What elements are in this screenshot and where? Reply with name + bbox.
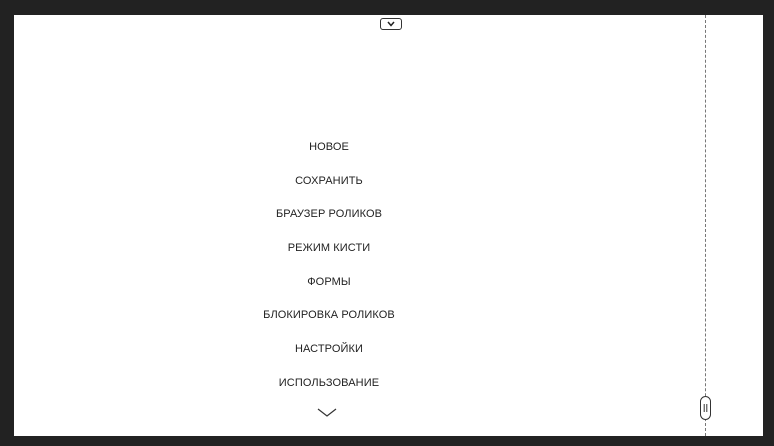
menu-item-new[interactable]: НОВОЕ [309, 130, 349, 164]
menu-collapse-toggle[interactable] [380, 18, 402, 30]
drawing-canvas[interactable]: НОВОЕ СОХРАНИТЬ БРАУЗЕР РОЛИКОВ РЕЖИМ КИ… [14, 15, 763, 436]
drag-handle-icon [703, 404, 708, 412]
divider-line [705, 15, 706, 436]
chevron-down-icon[interactable] [316, 407, 338, 419]
drag-handle[interactable] [700, 396, 711, 420]
menu-item-usage[interactable]: ИСПОЛЬЗОВАНИЕ [279, 366, 379, 400]
menu-item-settings[interactable]: НАСТРОЙКИ [295, 332, 363, 366]
menu-item-brush-mode[interactable]: РЕЖИМ КИСТИ [288, 231, 371, 265]
device-frame: НОВОЕ СОХРАНИТЬ БРАУЗЕР РОЛИКОВ РЕЖИМ КИ… [0, 0, 774, 446]
side-menu: НОВОЕ СОХРАНИТЬ БРАУЗЕР РОЛИКОВ РЕЖИМ КИ… [204, 130, 454, 400]
chevron-down-icon [387, 21, 395, 27]
menu-item-save[interactable]: СОХРАНИТЬ [295, 164, 363, 198]
menu-item-clip-browser[interactable]: БРАУЗЕР РОЛИКОВ [276, 197, 382, 231]
menu-item-shapes[interactable]: ФОРМЫ [307, 265, 351, 299]
menu-item-clip-lock[interactable]: БЛОКИРОВКА РОЛИКОВ [263, 298, 395, 332]
